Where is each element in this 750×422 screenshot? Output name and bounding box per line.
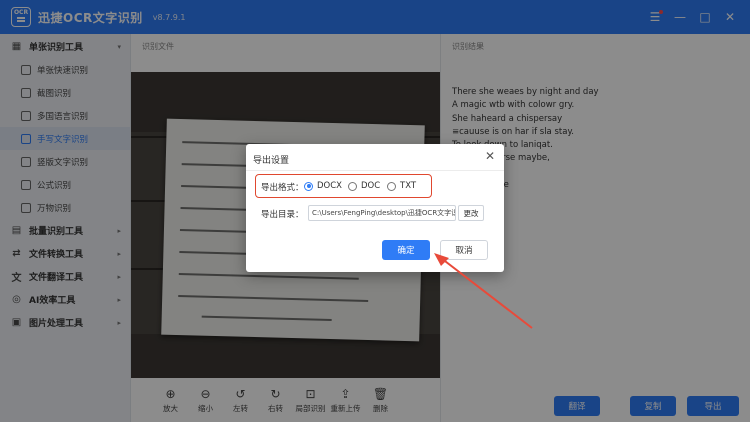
export-dir-label: 导出目录： <box>261 210 304 220</box>
confirm-button[interactable]: 确定 <box>382 240 430 260</box>
format-radio-docx[interactable]: DOCX <box>304 181 342 191</box>
format-radio-txt[interactable]: TXT <box>387 181 416 191</box>
export-settings-dialog: 导出设置 ✕ 导出格式： DOCX DOC TXT 导出目录： C:\Users… <box>246 144 504 272</box>
dialog-close-icon[interactable]: ✕ <box>483 149 497 163</box>
dialog-title: 导出设置 <box>253 156 290 166</box>
dialog-divider <box>246 170 504 171</box>
export-format-label: 导出格式： <box>261 183 304 193</box>
radio-icon <box>348 181 357 191</box>
format-radio-doc[interactable]: DOC <box>348 181 380 191</box>
radio-checked-icon <box>304 181 313 191</box>
radio-icon <box>387 181 396 191</box>
cancel-button[interactable]: 取消 <box>440 240 488 260</box>
change-dir-button[interactable]: 更改 <box>458 205 484 221</box>
export-dir-input[interactable]: C:\Users\FengPing\desktop\迅捷OCR文字识别 <box>308 205 456 221</box>
